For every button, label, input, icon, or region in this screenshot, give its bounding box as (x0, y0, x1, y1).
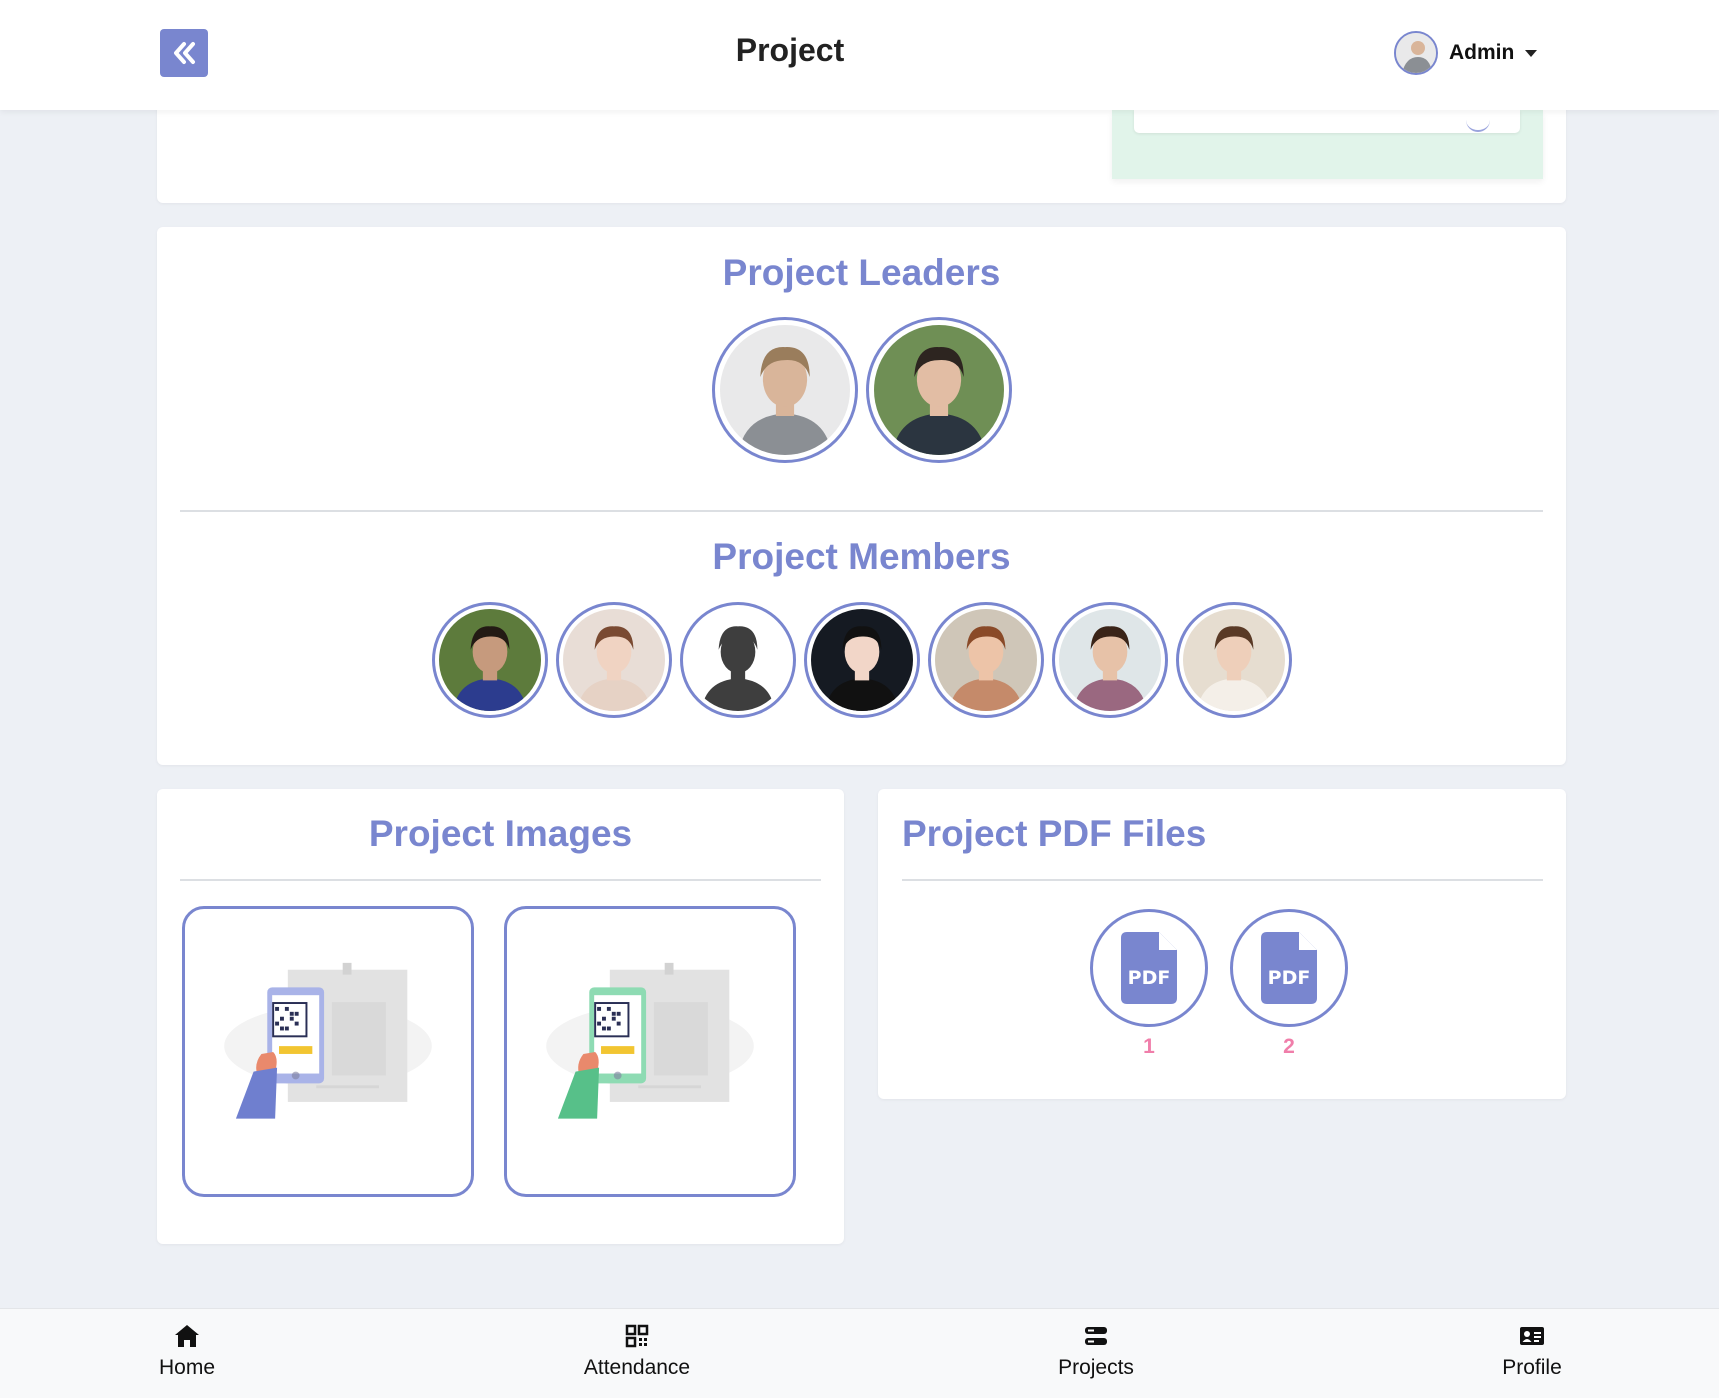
nav-label: Attendance (583, 1356, 691, 1379)
pdf-file-icon: PDF (1121, 932, 1177, 1004)
members-row (157, 602, 1566, 718)
svg-text:PDF: PDF (1268, 967, 1311, 989)
pdf-file-label: 2 (1283, 1035, 1295, 1058)
server-icon (1085, 1327, 1107, 1345)
nav-label: Profile (1502, 1356, 1562, 1379)
pdf-file-button[interactable]: PDF (1230, 909, 1348, 1027)
user-menu[interactable]: Admin (1394, 30, 1538, 76)
status-panel-inner (1134, 110, 1520, 133)
chevron-down-icon (1525, 49, 1538, 57)
avatar-photo (438, 609, 541, 711)
leaders-row (157, 317, 1566, 463)
members-title: Project Members (712, 536, 1011, 577)
page-title: Project (735, 32, 845, 68)
avatar-photo (873, 325, 1004, 455)
status-panel (1112, 110, 1543, 179)
avatar[interactable] (865, 317, 1012, 463)
pdf-file-item[interactable]: PDF 1 (1090, 909, 1208, 1059)
user-avatar (1394, 31, 1438, 75)
avatar-photo (934, 609, 1037, 711)
qr-code-icon (625, 1324, 649, 1348)
pdf-file-label: 1 (1143, 1035, 1155, 1058)
nav-home[interactable]: Home (107, 1323, 267, 1380)
pdf-file-button[interactable]: PDF (1090, 909, 1208, 1027)
panel-icon (1466, 120, 1490, 132)
nav-profile[interactable]: Profile (1452, 1323, 1612, 1380)
project-image-tile[interactable] (504, 906, 796, 1197)
avatar-photo (810, 609, 913, 711)
avatar[interactable] (711, 317, 858, 463)
nav-label: Home (158, 1356, 216, 1379)
user-name: Admin (1449, 41, 1515, 64)
bottom-nav: Home Attendance Projects Profile (0, 1308, 1719, 1398)
avatar-photo (686, 609, 789, 711)
svg-text:PDF: PDF (1128, 967, 1171, 989)
avatar[interactable] (927, 602, 1044, 718)
nav-attendance[interactable]: Attendance (557, 1323, 717, 1380)
images-card: Project Images (157, 789, 844, 1244)
top-header: Project Admin (0, 0, 1719, 110)
pdf-divider (902, 879, 1543, 881)
pdf-file-item[interactable]: PDF 2 (1230, 909, 1348, 1059)
avatar-photo (1058, 609, 1161, 711)
avatar[interactable] (1175, 602, 1292, 718)
nav-projects[interactable]: Projects (1016, 1323, 1176, 1380)
avatar-photo (562, 609, 665, 711)
pdf-file-icon: PDF (1261, 932, 1317, 1004)
avatar[interactable] (679, 602, 796, 718)
leaders-title: Project Leaders (722, 252, 1001, 293)
team-card: Project Leaders Project Members (157, 227, 1566, 765)
home-icon (175, 1325, 199, 1347)
images-title: Project Images (368, 813, 633, 854)
id-card-icon (1520, 1327, 1544, 1345)
images-divider (180, 879, 821, 881)
avatar[interactable] (555, 602, 672, 718)
pdf-title: Project PDF Files (902, 813, 1207, 854)
avatar-photo (1182, 609, 1285, 711)
project-image-tile[interactable] (182, 906, 474, 1197)
avatar[interactable] (803, 602, 920, 718)
pdf-card: Project PDF Files PDF 1 PDF 2 (878, 789, 1566, 1099)
nav-label: Projects (1058, 1356, 1134, 1379)
avatar[interactable] (1051, 602, 1168, 718)
project-details-card (157, 100, 1566, 203)
avatar[interactable] (431, 602, 548, 718)
team-divider (180, 510, 1543, 512)
avatar-photo (719, 325, 850, 455)
